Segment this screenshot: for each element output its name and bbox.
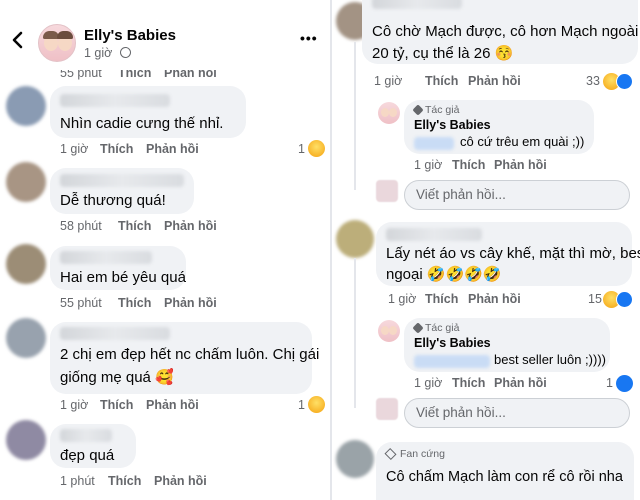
author-name[interactable]: Elly's Babies — [414, 336, 491, 350]
comment-text: Hai em bé yêu quá — [60, 269, 186, 286]
avatar[interactable] — [6, 162, 46, 202]
author-avatar[interactable] — [378, 320, 400, 342]
author-avatar[interactable] — [378, 102, 400, 124]
comment-text: đẹp quá — [60, 447, 115, 464]
comment-time[interactable]: 1 giờ — [374, 74, 402, 88]
back-icon[interactable] — [8, 30, 28, 50]
comment-text-line-1: Cô chờ Mạch được, cô hơn Mạch ngoài — [372, 23, 639, 40]
like-reaction-icon — [616, 73, 633, 90]
page-name[interactable]: Elly's Babies — [84, 27, 176, 44]
comment-text-line-1: 2 chị em đẹp hết nc chấm luôn. Chị gái — [60, 346, 320, 363]
comment-text: Dễ thương quá! — [60, 192, 166, 209]
reply-text: cô cứ trêu em quài ;)) — [460, 134, 585, 149]
more-icon[interactable]: ••• — [300, 30, 318, 46]
reply-link[interactable]: Phản hồi — [494, 376, 547, 390]
comment-text-line-2: ngoại 🤣🤣🤣🤣 — [386, 266, 502, 283]
avatar[interactable] — [6, 244, 46, 284]
reaction-count[interactable]: 1 — [606, 376, 613, 390]
reply-time[interactable]: 1 giờ — [414, 376, 442, 390]
comment-time[interactable]: 1 giờ — [60, 142, 88, 156]
thread-line — [354, 42, 356, 190]
reaction-count[interactable]: 15 — [588, 292, 602, 306]
post-time[interactable]: 1 giờ — [84, 46, 112, 60]
reply-placeholder: Viết phản hồi... — [416, 187, 506, 202]
like-link[interactable]: Thích — [425, 74, 458, 88]
commenter-name[interactable] — [372, 0, 462, 9]
comment-time[interactable]: 1 giờ — [60, 398, 88, 412]
avatar[interactable] — [6, 86, 46, 126]
author-badge: Tác giả — [425, 322, 460, 334]
user-avatar — [376, 398, 398, 420]
commenter-name[interactable] — [60, 94, 170, 107]
commenter-name[interactable] — [60, 327, 170, 340]
like-link[interactable]: Thích — [118, 296, 151, 310]
reaction-count[interactable]: 1 — [298, 142, 305, 156]
comment-text: Nhìn cadie cưng thế nhỉ. — [60, 115, 224, 132]
reply-placeholder: Viết phản hồi... — [416, 405, 506, 420]
reply-link[interactable]: Phản hồi — [494, 158, 547, 172]
like-link[interactable]: Thích — [100, 142, 133, 156]
reply-link[interactable]: Phản hồi — [146, 398, 199, 412]
header-shadow — [0, 62, 330, 70]
mentioned-name[interactable] — [414, 355, 490, 368]
haha-reaction-icon — [308, 140, 325, 157]
thread-line — [354, 258, 356, 408]
reaction-count[interactable]: 33 — [586, 74, 600, 88]
reply-link[interactable]: Phản hồi — [468, 74, 521, 88]
comment-text-line-2: giống mẹ quá 🥰 — [60, 369, 174, 386]
avatar[interactable] — [336, 440, 374, 478]
reply-link[interactable]: Phản hồi — [164, 296, 217, 310]
avatar[interactable] — [336, 220, 374, 258]
left-screenshot: Elly's Babies 1 giờ ••• 55 phút Thích Ph… — [0, 0, 330, 500]
comment-text: Cô chấm Mạch làm con rể cô rồi nha — [386, 469, 623, 485]
like-link[interactable]: Thích — [108, 474, 141, 488]
author-badge: Tác giả — [425, 104, 460, 116]
globe-icon — [120, 47, 131, 58]
avatar[interactable] — [6, 420, 46, 460]
comment-time[interactable]: 1 phút — [60, 474, 95, 488]
comment-text-line-2: 20 tỷ, cụ thể là 26 😚 — [372, 45, 514, 62]
like-link[interactable]: Thích — [452, 376, 485, 390]
like-link[interactable]: Thích — [425, 292, 458, 306]
reply-link[interactable]: Phản hồi — [146, 142, 199, 156]
author-name[interactable]: Elly's Babies — [414, 118, 491, 132]
comment-text-line-1: Lấy nét áo vs cây khế, mặt thì mờ, best — [386, 245, 640, 262]
like-link[interactable]: Thích — [452, 158, 485, 172]
like-reaction-icon — [616, 375, 633, 392]
haha-reaction-icon — [308, 396, 325, 413]
comment-time[interactable]: 1 giờ — [388, 292, 416, 306]
commenter-name[interactable] — [60, 429, 112, 442]
fan-badge: Fan cứng — [400, 448, 445, 460]
like-reaction-icon — [616, 291, 633, 308]
commenter-name[interactable] — [60, 174, 184, 187]
commenter-name[interactable] — [60, 251, 152, 264]
reply-link[interactable]: Phản hồi — [154, 474, 207, 488]
user-avatar — [376, 180, 398, 202]
page-avatar[interactable] — [38, 24, 76, 62]
avatar[interactable] — [6, 318, 46, 358]
reply-text: best seller luôn ;)))) — [494, 352, 606, 367]
mentioned-name[interactable] — [414, 137, 454, 150]
right-screenshot: Cô chờ Mạch được, cô hơn Mạch ngoài 20 t… — [332, 0, 640, 500]
reply-link[interactable]: Phản hồi — [468, 292, 521, 306]
commenter-name[interactable] — [386, 228, 482, 241]
reply-time[interactable]: 1 giờ — [414, 158, 442, 172]
like-link[interactable]: Thích — [118, 219, 151, 233]
reaction-count[interactable]: 1 — [298, 398, 305, 412]
reply-link[interactable]: Phản hồi — [164, 219, 217, 233]
like-link[interactable]: Thích — [100, 398, 133, 412]
comment-time[interactable]: 55 phút — [60, 296, 102, 310]
comment-time[interactable]: 58 phút — [60, 219, 102, 233]
